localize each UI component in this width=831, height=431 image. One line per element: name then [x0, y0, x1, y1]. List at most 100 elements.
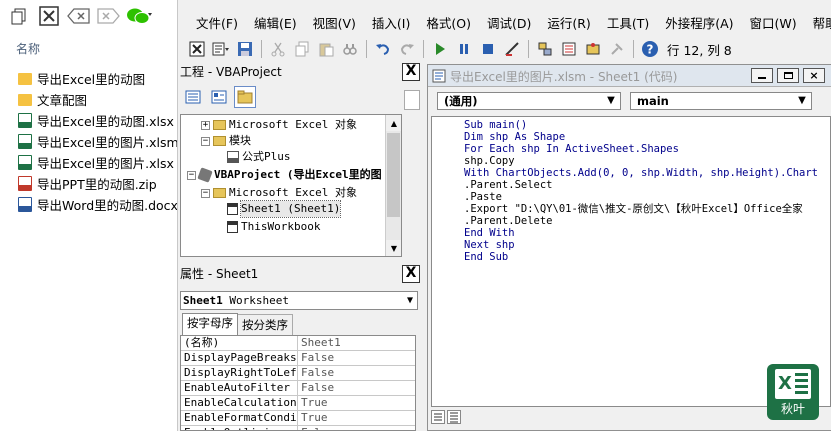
- file-item[interactable]: 导出Excel里的图片.xlsx: [18, 152, 179, 173]
- properties-window-icon[interactable]: [558, 38, 580, 60]
- name-column-header[interactable]: 名称: [16, 40, 40, 57]
- close-button[interactable]: ×: [803, 68, 825, 83]
- menu-item[interactable]: 编辑(E): [246, 13, 305, 32]
- code-line[interactable]: For Each shp In ActiveSheet.Shapes: [464, 143, 679, 155]
- minimize-button[interactable]: [751, 68, 773, 83]
- menu-item[interactable]: 运行(R): [539, 13, 598, 32]
- paste-icon[interactable]: [315, 38, 337, 60]
- view-object-icon[interactable]: [208, 86, 230, 108]
- tab-categorized[interactable]: 按分类序: [238, 314, 293, 336]
- property-value[interactable]: True: [298, 396, 415, 410]
- code-line[interactable]: shp.Copy: [464, 155, 515, 167]
- full-module-view-icon[interactable]: [447, 410, 461, 424]
- backspace-icon[interactable]: [66, 4, 92, 28]
- copy-code-icon[interactable]: [291, 38, 313, 60]
- menu-item[interactable]: 窗口(W): [742, 13, 805, 32]
- property-value[interactable]: False: [298, 366, 415, 380]
- help-icon[interactable]: ?: [639, 38, 661, 60]
- tree-node[interactable]: − 模块: [201, 133, 251, 149]
- menu-item[interactable]: 视图(V): [305, 13, 364, 32]
- property-row[interactable]: DisplayRightToLeft False: [181, 366, 415, 381]
- menu-item[interactable]: 帮助(H): [805, 13, 831, 32]
- code-line[interactable]: .Paste: [464, 191, 502, 203]
- copy-icon[interactable]: [6, 4, 32, 28]
- tree-node[interactable]: − VBAProject (导出Excel里的图: [187, 167, 382, 183]
- properties-close-button[interactable]: X: [402, 265, 420, 283]
- code-line[interactable]: End With: [464, 227, 515, 239]
- tree-scrollbar[interactable]: ▲ ▼: [385, 115, 401, 256]
- redo-icon[interactable]: [396, 38, 418, 60]
- object-browser-icon[interactable]: [582, 38, 604, 60]
- code-line[interactable]: .Parent.Select: [464, 179, 553, 191]
- file-item[interactable]: 导出PPT里的动图.zip: [18, 173, 179, 194]
- property-row[interactable]: EnableOutliningFalse: [181, 426, 415, 430]
- procedure-view-icon[interactable]: [431, 410, 445, 424]
- find-icon[interactable]: [339, 38, 361, 60]
- insert-module-icon[interactable]: [210, 38, 232, 60]
- file-item[interactable]: 导出Excel里的动图: [18, 68, 179, 89]
- run-icon[interactable]: [429, 38, 451, 60]
- tree-node[interactable]: 公式Plus: [215, 149, 291, 165]
- file-item[interactable]: 文章配图: [18, 89, 179, 110]
- scroll-up-icon[interactable]: ▲: [386, 115, 401, 131]
- tree-node[interactable]: Sheet1 (Sheet1): [215, 200, 342, 218]
- reset-icon[interactable]: [477, 38, 499, 60]
- tab-alphabetic[interactable]: 按字母序: [182, 313, 238, 336]
- code-line[interactable]: With ChartObjects.Add(0, 0, shp.Width, s…: [464, 167, 818, 179]
- toggle-folders-icon[interactable]: [234, 86, 256, 108]
- file-name: 导出Excel里的图片.xlsm: [37, 135, 179, 150]
- menu-item[interactable]: 调试(D): [479, 13, 539, 32]
- restore-button[interactable]: [777, 68, 799, 83]
- code-line[interactable]: Dim shp As Shape: [464, 131, 565, 143]
- delete-icon[interactable]: [36, 4, 62, 28]
- wechat-icon[interactable]: [126, 4, 152, 28]
- property-value[interactable]: True: [298, 411, 415, 425]
- view-code-icon[interactable]: [182, 86, 204, 108]
- property-row[interactable]: EnableCalculation True: [181, 396, 415, 411]
- project-close-button[interactable]: X: [402, 63, 420, 81]
- file-item[interactable]: 导出Excel里的动图.xlsx: [18, 110, 179, 131]
- property-row[interactable]: (名称) Sheet1: [181, 336, 415, 351]
- property-row[interactable]: EnableFormatConditi True: [181, 411, 415, 426]
- expander-icon[interactable]: +: [201, 120, 210, 130]
- save-icon[interactable]: [234, 38, 256, 60]
- cut-icon[interactable]: [267, 38, 289, 60]
- project-scroll-top[interactable]: [404, 90, 420, 110]
- scroll-down-icon[interactable]: ▼: [386, 240, 401, 256]
- break-icon[interactable]: [453, 38, 475, 60]
- expander-icon[interactable]: −: [187, 170, 196, 180]
- menu-item[interactable]: 外接程序(A): [657, 13, 741, 32]
- scroll-thumb[interactable]: [387, 133, 400, 217]
- procedure-combo[interactable]: main ▼: [630, 92, 812, 110]
- expander-icon[interactable]: −: [201, 188, 210, 198]
- code-line[interactable]: End Sub: [464, 251, 508, 263]
- code-line[interactable]: Next shp: [464, 239, 515, 251]
- tree-node[interactable]: ThisWorkbook: [215, 219, 320, 235]
- menu-item[interactable]: 工具(T): [599, 13, 657, 32]
- menu-item[interactable]: 文件(F): [188, 13, 246, 32]
- code-line[interactable]: Sub main(): [464, 119, 527, 131]
- clear-icon[interactable]: [96, 4, 122, 28]
- project-explorer-icon[interactable]: [534, 38, 556, 60]
- object-select[interactable]: Sheet1 Worksheet ▼: [180, 291, 418, 310]
- file-item[interactable]: 导出Word里的动图.docx: [18, 194, 179, 215]
- view-excel-icon[interactable]: [186, 38, 208, 60]
- menu-item[interactable]: 格式(O): [418, 13, 479, 32]
- property-value[interactable]: False: [298, 351, 415, 365]
- tree-node[interactable]: − Microsoft Excel 对象: [201, 185, 357, 201]
- property-row[interactable]: DisplayPageBreaks False: [181, 351, 415, 366]
- property-row[interactable]: EnableAutoFilter False: [181, 381, 415, 396]
- undo-icon[interactable]: [372, 38, 394, 60]
- object-combo[interactable]: (通用) ▼: [437, 92, 621, 110]
- menu-item[interactable]: 插入(I): [364, 13, 418, 32]
- expander-icon[interactable]: −: [201, 136, 210, 146]
- code-line[interactable]: .Parent.Delete: [464, 215, 553, 227]
- property-value[interactable]: False: [298, 381, 415, 395]
- design-mode-icon[interactable]: [501, 38, 523, 60]
- file-item[interactable]: 导出Excel里的图片.xlsm: [18, 131, 179, 152]
- code-line[interactable]: .Export "D:\QY\01-微信\推文-原创文\【秋叶Excel】Off…: [464, 203, 803, 215]
- property-value[interactable]: False: [298, 426, 415, 430]
- tree-node[interactable]: + Microsoft Excel 对象: [201, 117, 357, 133]
- toolbox-icon[interactable]: [606, 38, 628, 60]
- property-value[interactable]: Sheet1: [298, 336, 415, 350]
